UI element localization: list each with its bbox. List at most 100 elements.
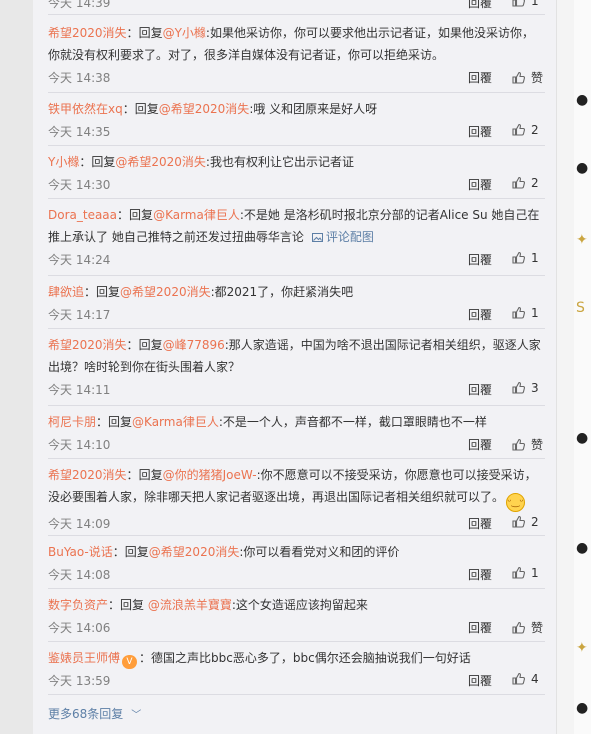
like-count: 1	[531, 306, 539, 320]
reply-button[interactable]: 回覆	[468, 566, 492, 583]
comment-image-link[interactable]: 评论配图	[311, 230, 374, 244]
mention-link[interactable]: @峰77896	[163, 338, 225, 352]
reply-word: 回复	[129, 208, 154, 222]
thumb-up-icon	[512, 672, 525, 685]
like-button[interactable]: 赞	[512, 436, 543, 453]
list-item: 柯尼卡朋：回复@Karma律巨人:不是一个人，声音都不一样，截口罩眼睛也不一样 …	[48, 411, 545, 454]
thumb-up-icon	[512, 123, 525, 136]
mention-link[interactable]: @你的猪猪JoeW-	[163, 468, 257, 482]
reply-word: 回复	[108, 415, 133, 429]
like-button[interactable]: 赞	[512, 69, 543, 86]
like-button[interactable]: 赞	[512, 619, 543, 636]
reply-button[interactable]: 回覆	[468, 306, 492, 323]
colon: ：	[108, 598, 121, 612]
like-button[interactable]: 1	[512, 566, 539, 580]
colon: ：	[126, 468, 139, 482]
like-button[interactable]: 4	[512, 672, 539, 686]
reply-button[interactable]: 回覆	[468, 0, 492, 11]
divider	[48, 198, 545, 199]
divider	[48, 694, 545, 695]
like-button[interactable]: 2	[512, 515, 539, 529]
reply-button[interactable]: 回覆	[468, 69, 492, 86]
divider	[48, 92, 545, 93]
thumb-up-icon	[512, 0, 525, 7]
like-count: 4	[531, 672, 539, 686]
reply-button[interactable]: 回覆	[468, 515, 492, 532]
thumb-up-icon	[512, 251, 525, 264]
page-scrollbar[interactable]	[556, 0, 575, 734]
comment-author[interactable]: 铁甲依然在xq	[48, 102, 123, 116]
thumb-up-icon	[512, 438, 525, 451]
more-replies-link[interactable]: 更多68条回复 ﹀	[48, 705, 141, 722]
reply-button[interactable]: 回覆	[468, 436, 492, 453]
comment-author[interactable]: Y小橼	[48, 155, 79, 169]
reply-button[interactable]: 回覆	[468, 381, 492, 398]
reply-button[interactable]: 回覆	[468, 176, 492, 193]
verified-badge-icon: V	[122, 655, 138, 669]
comment-text: :不是一个人，声音都不一样，截口罩眼睛也不一样	[218, 415, 487, 429]
list-item: 希望2020消失：回复@峰77896:那人家造谣，中国为啥不退出国际记者相关组织…	[48, 334, 545, 399]
comment-author[interactable]: Dora_teaaa	[48, 208, 117, 222]
mention-link[interactable]: @希望2020消失	[159, 102, 250, 116]
comment-author[interactable]: 数字负资产	[48, 598, 108, 612]
like-button[interactable]: 1	[512, 251, 539, 265]
comment-text: :这个女造谣应该拘留起来	[231, 598, 368, 612]
comment-time: 今天 14:08	[48, 568, 111, 582]
reply-button[interactable]: 回覆	[468, 619, 492, 636]
reply-button[interactable]: 回覆	[468, 123, 492, 140]
like-button[interactable]: 1	[512, 306, 539, 320]
divider	[48, 328, 545, 329]
comment-time: 今天 14:35	[48, 125, 111, 139]
divider	[48, 458, 545, 459]
mention-link[interactable]: @希望2020消失	[149, 545, 240, 559]
reply-word: 回复	[91, 155, 116, 169]
comment-author[interactable]: 肆欲追	[48, 285, 84, 299]
colon: ：	[112, 545, 125, 559]
comment-author[interactable]: 希望2020消失	[48, 468, 127, 482]
reply-button[interactable]: 回覆	[468, 251, 492, 268]
like-count: 赞	[531, 438, 544, 452]
mention-link[interactable]: @Karma律巨人	[132, 415, 219, 429]
smile-emoji-icon: ᵕ‿ᵕ	[506, 493, 526, 512]
like-count: 2	[531, 123, 539, 137]
mention-link[interactable]: @流浪羔羊寶寶	[148, 598, 232, 612]
like-button[interactable]: 3	[512, 381, 539, 395]
like-count: 1	[531, 0, 539, 8]
like-count: 1	[531, 566, 539, 580]
colon: ：	[126, 26, 139, 40]
colon: ：	[96, 415, 109, 429]
list-item: BuYao-说话：回复@希望2020消失:你可以看看党对义和团的评价 今天 14…	[48, 541, 545, 584]
comment-time: 今天 13:59	[48, 674, 111, 688]
mention-link[interactable]: @Karma律巨人	[153, 208, 240, 222]
reply-word: 回复	[138, 468, 163, 482]
chevron-down-icon: ﹀	[131, 710, 142, 721]
thumb-up-icon	[512, 306, 525, 319]
thumb-up-icon	[512, 381, 525, 394]
comment-text: :你可以看看党对义和团的评价	[239, 545, 400, 559]
mention-link[interactable]: @Y小橼	[163, 26, 206, 40]
colon: ：	[126, 338, 139, 352]
comment-time: 今天 14:06	[48, 621, 111, 635]
reply-button[interactable]: 回覆	[468, 672, 492, 689]
comment-author[interactable]: BuYao-说话	[48, 545, 113, 559]
like-button[interactable]: 2	[512, 176, 539, 190]
like-count: 赞	[531, 621, 544, 635]
mention-link[interactable]: @希望2020消失	[120, 285, 211, 299]
reply-word: 回复	[134, 102, 159, 116]
list-item: Y小橼：回复@希望2020消失:我也有权利让它出示记者证 今天 14:30 回覆…	[48, 151, 545, 194]
comment-time: 今天 14:30	[48, 178, 111, 192]
comment-author[interactable]: 柯尼卡朋	[48, 415, 96, 429]
comment-image-label: 评论配图	[325, 230, 374, 244]
comment-author[interactable]: 希望2020消失	[48, 338, 127, 352]
like-button[interactable]: 1	[512, 0, 539, 8]
comment-author[interactable]: 鉴婊员王师傅	[48, 651, 120, 665]
like-count: 2	[531, 515, 539, 529]
like-button[interactable]: 2	[512, 123, 539, 137]
thumb-up-icon	[512, 566, 525, 579]
list-item: Dora_teaaa：回复@Karma律巨人:不是她 是洛杉矶时报北京分部的记者…	[48, 204, 545, 269]
comment-author[interactable]: 希望2020消失	[48, 26, 127, 40]
comment-time: 今天 14:38	[48, 71, 111, 85]
mention-link[interactable]: @希望2020消失	[115, 155, 206, 169]
image-icon	[311, 233, 323, 242]
colon: ：	[79, 155, 92, 169]
